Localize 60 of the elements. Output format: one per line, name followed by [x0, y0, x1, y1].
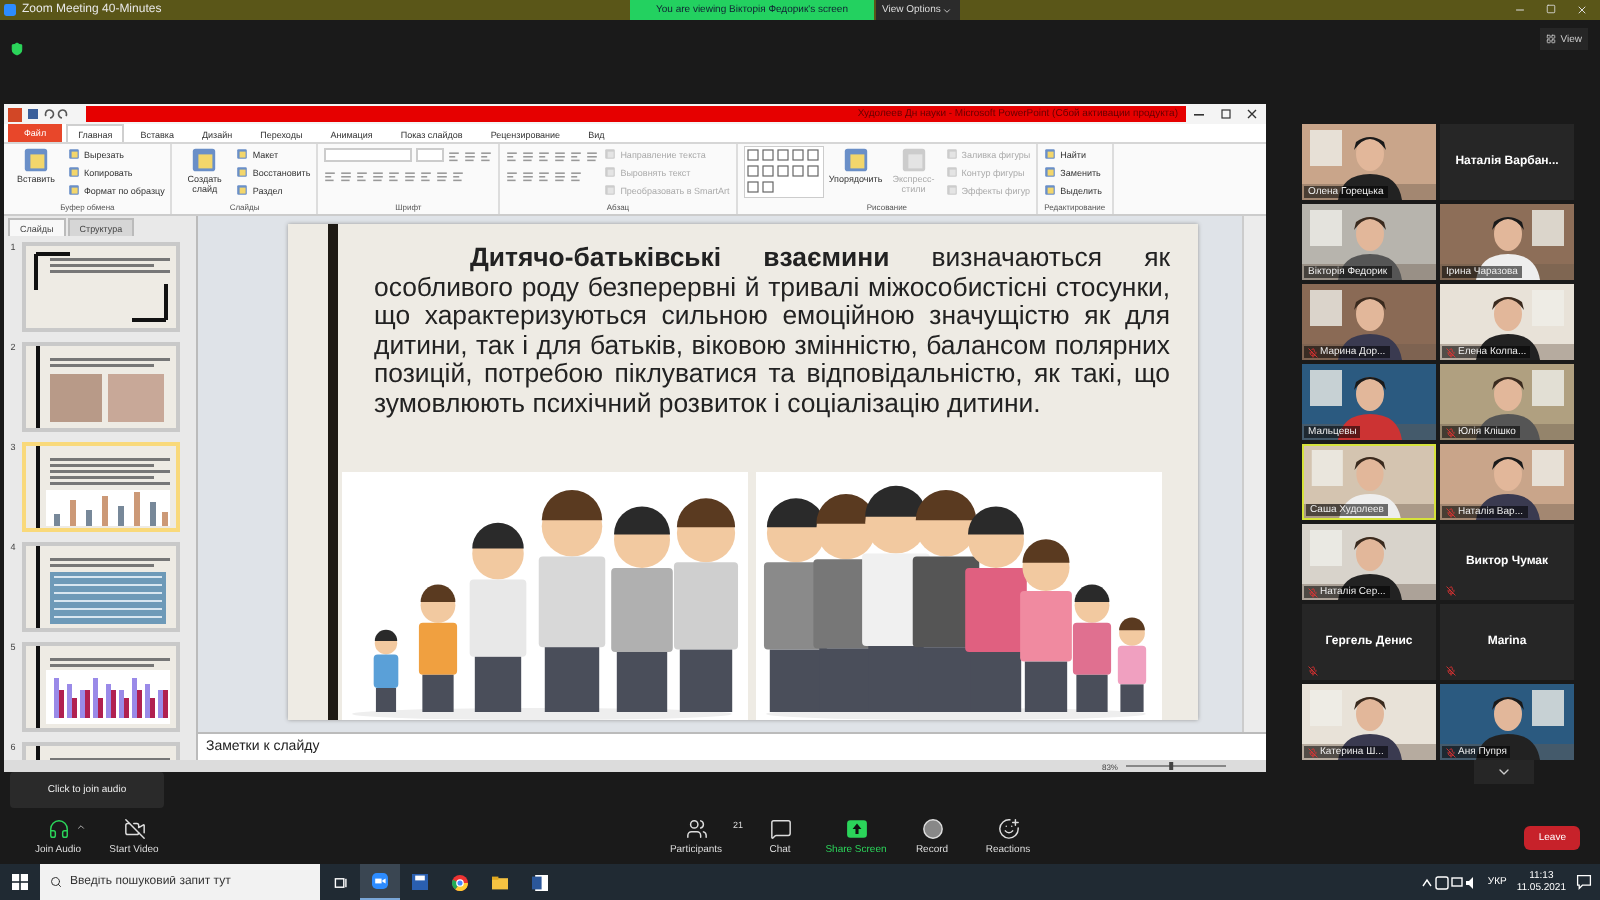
- format-icon: [538, 149, 551, 161]
- windows-icon: [12, 874, 28, 890]
- format-icon: [340, 169, 353, 181]
- zoom-slider[interactable]: [1126, 762, 1226, 770]
- document-icon: [532, 873, 548, 891]
- headphones-icon: [47, 818, 69, 840]
- format-icon: [586, 149, 599, 161]
- slide-text: Дитячо-батьківські взаємини визначаються як особливого роду безперервні й тривалі міжособистісні стосунки, що характеризуються сильною емоційною значущістю як для дитини, так і для батьків, віковою змінністю, балансом полярних позицій, потребою піклуватися та відповідальністю, як такі, що зумовлюють психічний розвиток і соціалізацію дитини.: [374, 244, 1170, 418]
- close-icon[interactable]: [1576, 4, 1588, 16]
- reactions-icon: [997, 818, 1019, 840]
- minimize-icon[interactable]: [1514, 4, 1526, 16]
- chevron-down-icon: [1496, 764, 1512, 780]
- command-icon: [22, 146, 50, 174]
- format-icon: [372, 169, 385, 181]
- shield-icon[interactable]: [10, 42, 24, 56]
- format-icon: [448, 149, 461, 161]
- format-icon: [420, 169, 433, 181]
- task-view-icon: [333, 875, 347, 889]
- record-icon: [921, 818, 943, 840]
- format-icon: [388, 169, 401, 181]
- format-icon: [522, 149, 535, 161]
- search-icon: [50, 876, 62, 888]
- format-icon: [324, 169, 337, 181]
- format-icon: [404, 169, 417, 181]
- chat-icon: [769, 818, 791, 840]
- powerpoint-icon: [8, 107, 22, 121]
- format-icon: [356, 169, 369, 181]
- camera-icon: [372, 872, 388, 890]
- slider-thumb[interactable]: [1169, 762, 1174, 770]
- format-icon: [464, 149, 477, 161]
- format-icon: [554, 169, 567, 181]
- format-icon: [570, 149, 583, 161]
- caret-icon[interactable]: [75, 822, 85, 832]
- folder-icon: [492, 873, 508, 891]
- grid-icon: [1546, 34, 1557, 44]
- app-icon: [4, 4, 16, 16]
- format-icon: [522, 169, 535, 181]
- maximize-icon[interactable]: [1546, 4, 1556, 14]
- format-icon: [506, 169, 519, 181]
- video-off-icon: [123, 818, 145, 840]
- font-field[interactable]: [324, 148, 413, 162]
- format-icon: [452, 169, 465, 181]
- format-icon: [554, 149, 567, 161]
- shapes-gallery[interactable]: [743, 146, 824, 198]
- share-screen-icon: [845, 818, 867, 840]
- format-icon: [538, 169, 551, 181]
- command-icon: [841, 146, 870, 174]
- format-icon: [436, 169, 449, 181]
- caret-icon: [942, 5, 953, 15]
- font-size-field[interactable]: [416, 148, 445, 162]
- browser-icon: [452, 873, 468, 891]
- format-icon: [480, 149, 493, 161]
- scrollbar[interactable]: [1242, 216, 1266, 732]
- tray-icons[interactable]: [1421, 875, 1478, 889]
- format-icon: [570, 169, 583, 181]
- participants-icon: [685, 818, 707, 840]
- command-icon: [190, 146, 219, 174]
- format-icon: [506, 149, 519, 161]
- notifications-icon: [1576, 874, 1592, 890]
- taskbar-app[interactable]: [360, 864, 400, 900]
